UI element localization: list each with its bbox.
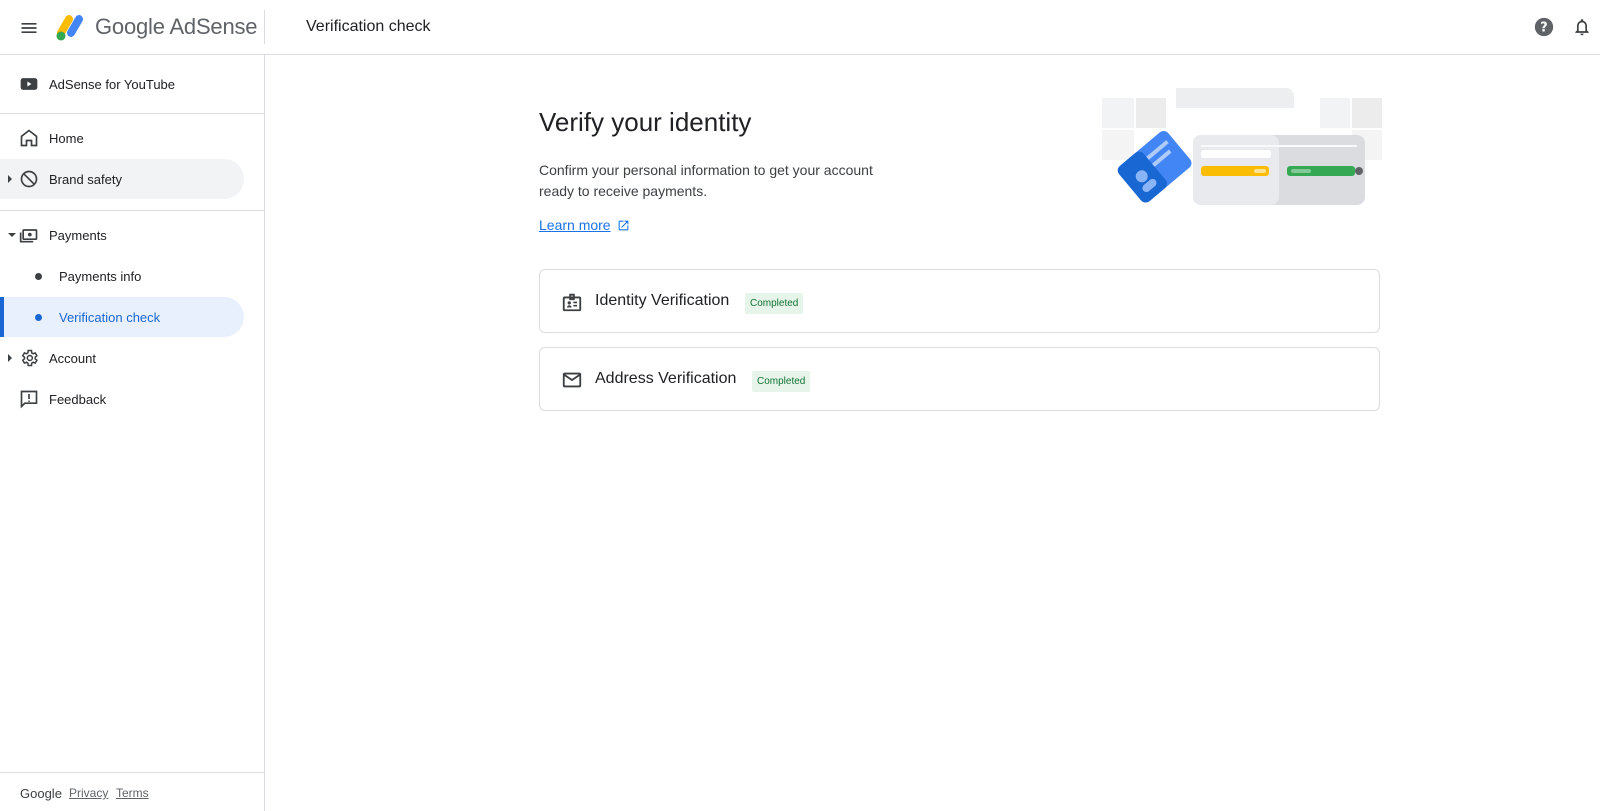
notifications-button[interactable] [1572,16,1596,40]
footer-google-text: Google [20,786,62,801]
help-icon: ? [1534,17,1554,37]
bullet-icon [35,314,42,321]
gear-icon [21,349,38,367]
sidebar-item-brand-safety[interactable]: Brand safety [0,159,244,199]
bell-icon [1575,19,1589,36]
main-description: Confirm your personal information to get… [539,162,873,199]
sidebar-item-payments-info[interactable]: Payments info [0,256,244,296]
sidebar-footer: Google Privacy Terms [0,772,264,810]
external-link-icon [618,220,628,230]
sidebar-item-feedback[interactable]: Feedback [0,379,244,419]
sidebar-item-verification-check[interactable]: Verification check [0,297,244,337]
expand-caret-icon [8,354,12,362]
sidebar-item-label: Brand safety [49,171,122,187]
payments-icon [19,229,38,243]
sidebar-divider [0,113,264,114]
status-badge: Completed [752,371,811,392]
brand-name: Google AdSense [95,14,258,39]
page-title: Verification check [306,18,431,35]
identity-verification-card[interactable]: Identity Verification Completed [539,269,1380,333]
identity-illustration [1102,88,1382,205]
sidebar-item-adsense-youtube[interactable]: AdSense for YouTube [0,64,244,104]
youtube-icon [20,78,38,90]
block-icon [20,170,38,188]
sidebar-item-label: Payments info [59,268,142,284]
selection-indicator [0,297,4,337]
sidebar-item-label: Home [49,130,84,146]
privacy-link[interactable]: Privacy [69,786,108,800]
terms-link[interactable]: Terms [116,786,149,800]
menu-icon [21,23,37,33]
svg-text:?: ? [1540,21,1547,36]
sidebar-divider [0,210,264,211]
address-verification-card[interactable]: Address Verification Completed [539,347,1380,411]
main-heading: Verify your identity [539,107,752,137]
sidebar-item-label: Verification check [59,309,161,325]
sidebar-item-account[interactable]: Account [0,338,244,378]
id-badge-icon [562,293,582,312]
sidebar-item-label: Account [49,350,96,366]
expand-caret-icon [8,175,12,183]
card-title: Address Verification [595,370,737,387]
sidebar-item-label: Feedback [49,391,107,407]
feedback-icon [20,390,38,409]
collapse-caret-icon [8,233,16,237]
header-divider [264,10,265,44]
learn-more-label: Learn more [539,217,611,233]
mail-icon [562,372,582,388]
main-menu-button[interactable] [14,13,44,43]
sidebar-item-label: Payments [49,227,107,243]
sidebar: AdSense for YouTube Home Brand safety Pa… [0,55,265,811]
help-button[interactable]: ? [1533,16,1557,40]
bullet-icon [35,273,42,280]
sidebar-item-payments[interactable]: Payments [0,215,244,255]
top-app-bar: Google AdSense Verification check ? [0,0,1600,55]
sidebar-item-label: AdSense for YouTube [49,76,176,92]
adsense-logo-icon[interactable] [56,12,86,42]
learn-more-link[interactable]: Learn more [539,217,630,233]
home-icon [20,129,38,147]
sidebar-item-home[interactable]: Home [0,118,244,158]
card-title: Identity Verification [595,292,730,309]
status-badge: Completed [745,293,804,314]
